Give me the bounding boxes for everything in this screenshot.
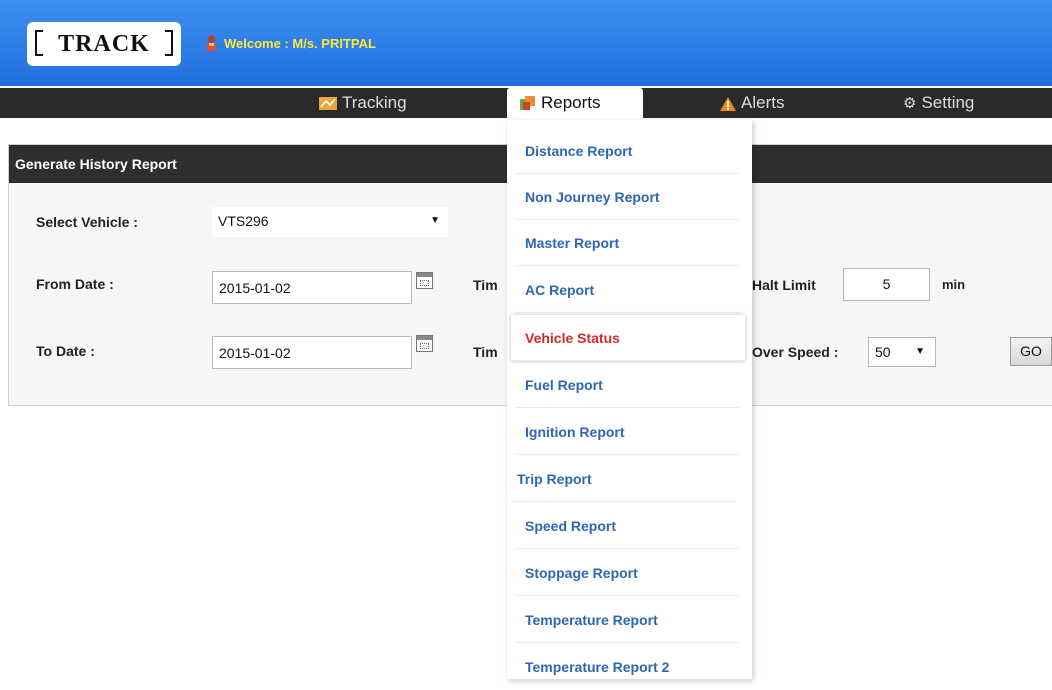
- to-date-label: To Date :: [36, 343, 95, 359]
- over-speed-label: Over Speed :: [752, 344, 839, 360]
- to-date-value: 2015-01-02: [219, 345, 291, 361]
- user-icon: [207, 35, 216, 51]
- halt-unit-label: min: [942, 277, 966, 292]
- reports-dropdown-menu: Distance Report Non Journey Report Maste…: [507, 120, 752, 679]
- from-date-label: From Date :: [36, 276, 114, 292]
- menu-item-vehicle-status[interactable]: Vehicle Status: [511, 315, 745, 361]
- nav-setting-label: Setting: [921, 93, 975, 112]
- to-date-input[interactable]: 2015-01-02: [212, 336, 412, 369]
- nav-alerts-label: Alerts: [741, 93, 785, 112]
- nav-tracking-label: Tracking: [342, 93, 407, 112]
- time-label-to: Tim: [473, 344, 498, 360]
- menu-item-master-report[interactable]: Master Report: [515, 220, 739, 266]
- halt-limit-value: 5: [882, 276, 891, 292]
- welcome-text: Welcome : M/s. PRITPAL: [224, 36, 376, 51]
- vehicle-select[interactable]: VTS296 ▼: [212, 207, 448, 237]
- menu-item-trip-report[interactable]: Trip Report: [511, 456, 735, 502]
- nav-setting[interactable]: ⚙ Setting: [903, 88, 974, 118]
- chevron-down-icon: ▼: [915, 346, 925, 357]
- calendar-icon[interactable]: [416, 335, 433, 352]
- track-logo[interactable]: TRACK: [27, 22, 181, 66]
- halt-limit-label: Halt Limit: [752, 277, 816, 293]
- logo-text: TRACK: [58, 31, 150, 57]
- alert-warning-icon: [720, 96, 736, 111]
- menu-item-distance-report[interactable]: Distance Report: [515, 128, 739, 174]
- nav-reports[interactable]: Reports: [507, 88, 643, 122]
- chevron-down-icon: ▼: [430, 215, 440, 226]
- menu-item-ac-report[interactable]: AC Report: [515, 267, 739, 313]
- from-date-value: 2015-01-02: [219, 280, 291, 296]
- menu-item-ignition-report[interactable]: Ignition Report: [515, 409, 739, 455]
- calendar-icon[interactable]: [416, 272, 433, 289]
- time-label-from: Tim: [473, 277, 498, 293]
- menu-item-speed-report[interactable]: Speed Report: [515, 503, 739, 549]
- nav-reports-label: Reports: [541, 93, 601, 112]
- over-speed-select[interactable]: 50 ▼: [868, 337, 936, 367]
- reports-icon: [520, 96, 535, 111]
- app-header: TRACK Welcome : M/s. PRITPAL: [0, 0, 1052, 86]
- from-date-input[interactable]: 2015-01-02: [212, 271, 412, 304]
- nav-alerts[interactable]: Alerts: [720, 88, 784, 118]
- halt-limit-input[interactable]: 5: [843, 268, 930, 301]
- vehicle-select-value: VTS296: [218, 213, 269, 229]
- tracking-map-icon: [319, 97, 337, 111]
- menu-item-non-journey-report[interactable]: Non Journey Report: [515, 174, 739, 220]
- select-vehicle-label: Select Vehicle :: [36, 214, 138, 230]
- gear-icon: ⚙: [903, 94, 917, 112]
- logo-bracket-right: [165, 30, 173, 56]
- over-speed-value: 50: [875, 344, 891, 360]
- go-button[interactable]: GO: [1010, 337, 1052, 366]
- menu-item-temperature-report[interactable]: Temperature Report: [515, 597, 739, 643]
- menu-item-temperature-report-2[interactable]: Temperature Report 2: [515, 644, 739, 690]
- menu-item-fuel-report[interactable]: Fuel Report: [515, 362, 739, 408]
- menu-item-stoppage-report[interactable]: Stoppage Report: [515, 550, 739, 596]
- nav-tracking[interactable]: Tracking: [319, 88, 407, 118]
